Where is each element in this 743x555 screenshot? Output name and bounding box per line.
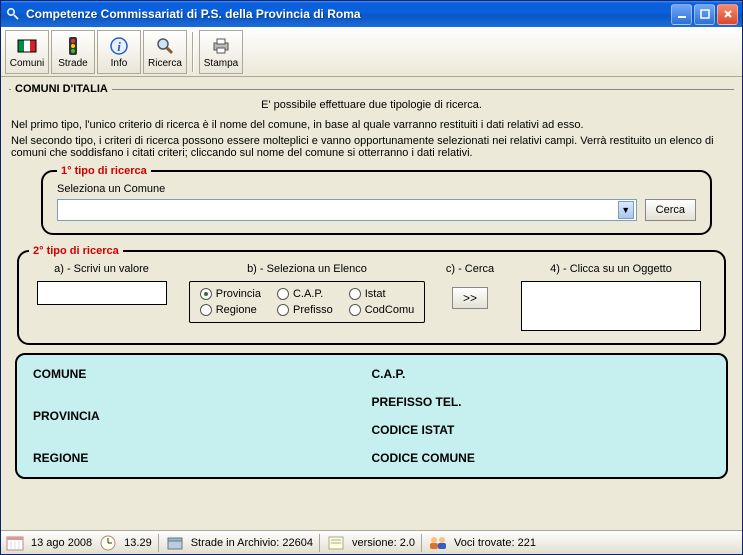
col-c-header: c) - Cerca: [446, 263, 494, 275]
radio-label: Prefisso: [293, 304, 333, 316]
comuni-group: COMUNI D'ITALIA E' possibile effettuare …: [9, 83, 734, 479]
app-window: Competenze Commissariati di P.S. della P…: [0, 0, 743, 555]
result-codcomune-label: CODICE COMUNE: [372, 451, 711, 465]
radio-istat[interactable]: Istat: [349, 288, 415, 300]
radio-cap[interactable]: C.A.P.: [277, 288, 333, 300]
window-title: Competenze Commissariati di P.S. della P…: [26, 7, 671, 21]
folder-italy-icon: [16, 35, 38, 57]
search-icon: [154, 35, 176, 57]
paragraph-1: Nel primo tipo, l'unico criterio di rice…: [11, 119, 732, 131]
results-listbox[interactable]: [521, 281, 701, 331]
close-button[interactable]: [717, 4, 738, 25]
toolbar-separator: [192, 32, 194, 72]
select-comune-label: Seleziona un Comune: [57, 183, 696, 195]
calendar-icon: [5, 534, 25, 552]
toolbar-label: Stampa: [204, 58, 238, 69]
result-panel: COMUNE C.A.P. PROVINCIA PREFISSO TEL. CO…: [15, 353, 728, 479]
result-prefisso-label: PREFISSO TEL.: [372, 395, 711, 409]
toolbar-label: Ricerca: [148, 58, 182, 69]
radio-regione[interactable]: Regione: [200, 304, 261, 316]
radio-icon: [200, 288, 212, 300]
radio-icon: [277, 288, 289, 300]
toolbar-stampa-button[interactable]: Stampa: [199, 30, 243, 74]
maximize-button[interactable]: [694, 4, 715, 25]
criteria-radio-group: Provincia C.A.P. Istat Regione Prefisso …: [189, 281, 426, 323]
radio-icon: [277, 304, 289, 316]
cerca-button[interactable]: Cerca: [645, 199, 696, 221]
toolbar-label: Comuni: [10, 58, 44, 69]
toolbar-label: Info: [111, 58, 128, 69]
result-codistat-label: CODICE ISTAT: [372, 423, 711, 437]
search-type-1-legend: 1° tipo di ricerca: [57, 165, 151, 177]
execute-search-button[interactable]: >>: [452, 287, 488, 309]
radio-label: Istat: [365, 288, 386, 300]
app-icon: [5, 6, 21, 22]
col-a-header: a) - Scrivi un valore: [54, 263, 149, 275]
toolbar-strade-button[interactable]: Strade: [51, 30, 95, 74]
status-voci: Voci trovate: 221: [454, 537, 536, 549]
comune-combobox[interactable]: ▼: [57, 199, 637, 221]
people-icon: [428, 534, 448, 552]
result-regione-label: REGIONE: [33, 451, 372, 465]
result-provincia-label: PROVINCIA: [33, 395, 372, 437]
info-icon: i: [108, 35, 130, 57]
toolbar-info-button[interactable]: i Info: [97, 30, 141, 74]
statusbar: 13 ago 2008 13.29 Strade in Archivio: 22…: [1, 530, 742, 554]
search-type-1-group: 1° tipo di ricerca Seleziona un Comune ▼…: [41, 165, 712, 235]
minimize-button[interactable]: [671, 4, 692, 25]
clock-icon: [98, 534, 118, 552]
search-type-2-group: 2° tipo di ricerca a) - Scrivi un valore…: [17, 245, 726, 345]
radio-label: Provincia: [216, 288, 261, 300]
radio-prefisso[interactable]: Prefisso: [277, 304, 333, 316]
cerca-button-label: Cerca: [656, 204, 685, 216]
radio-label: C.A.P.: [293, 288, 323, 300]
radio-icon: [349, 304, 361, 316]
radio-icon: [200, 304, 212, 316]
radio-label: Regione: [216, 304, 257, 316]
radio-label: CodComu: [365, 304, 415, 316]
paragraph-2: Nel secondo tipo, i criteri di ricerca p…: [11, 135, 732, 159]
content-area: COMUNI D'ITALIA E' possibile effettuare …: [1, 77, 742, 530]
status-time: 13.29: [124, 537, 152, 549]
chevron-down-icon: ▼: [618, 201, 634, 219]
value-input[interactable]: [37, 281, 167, 305]
result-cap-label: C.A.P.: [372, 367, 711, 381]
svg-text:i: i: [117, 39, 121, 54]
window-buttons: [671, 4, 738, 25]
toolbar: Comuni Strade i Info Ricerca Stampa: [1, 27, 742, 77]
col-b-header: b) - Seleziona un Elenco: [247, 263, 367, 275]
radio-provincia[interactable]: Provincia: [200, 288, 261, 300]
col-d-header: 4) - Clicca su un Oggetto: [550, 263, 672, 275]
archive-icon: [165, 534, 185, 552]
toolbar-comuni-button[interactable]: Comuni: [5, 30, 49, 74]
radio-codcomu[interactable]: CodComu: [349, 304, 415, 316]
radio-icon: [349, 288, 361, 300]
toolbar-ricerca-button[interactable]: Ricerca: [143, 30, 187, 74]
toolbar-label: Strade: [58, 58, 87, 69]
search-type-2-legend: 2° tipo di ricerca: [29, 245, 123, 257]
traffic-light-icon: [62, 35, 84, 57]
version-icon: [326, 534, 346, 552]
status-versione: versione: 2.0: [352, 537, 415, 549]
titlebar: Competenze Commissariati di P.S. della P…: [1, 1, 742, 27]
result-comune-label: COMUNE: [33, 367, 372, 381]
status-archivio: Strade in Archivio: 22604: [191, 537, 313, 549]
double-chevron-right-icon: >>: [463, 291, 477, 305]
status-date: 13 ago 2008: [31, 537, 92, 549]
intro-text: E' possibile effettuare due tipologie di…: [11, 99, 732, 111]
comuni-group-legend: COMUNI D'ITALIA: [11, 83, 112, 95]
printer-icon: [210, 35, 232, 57]
